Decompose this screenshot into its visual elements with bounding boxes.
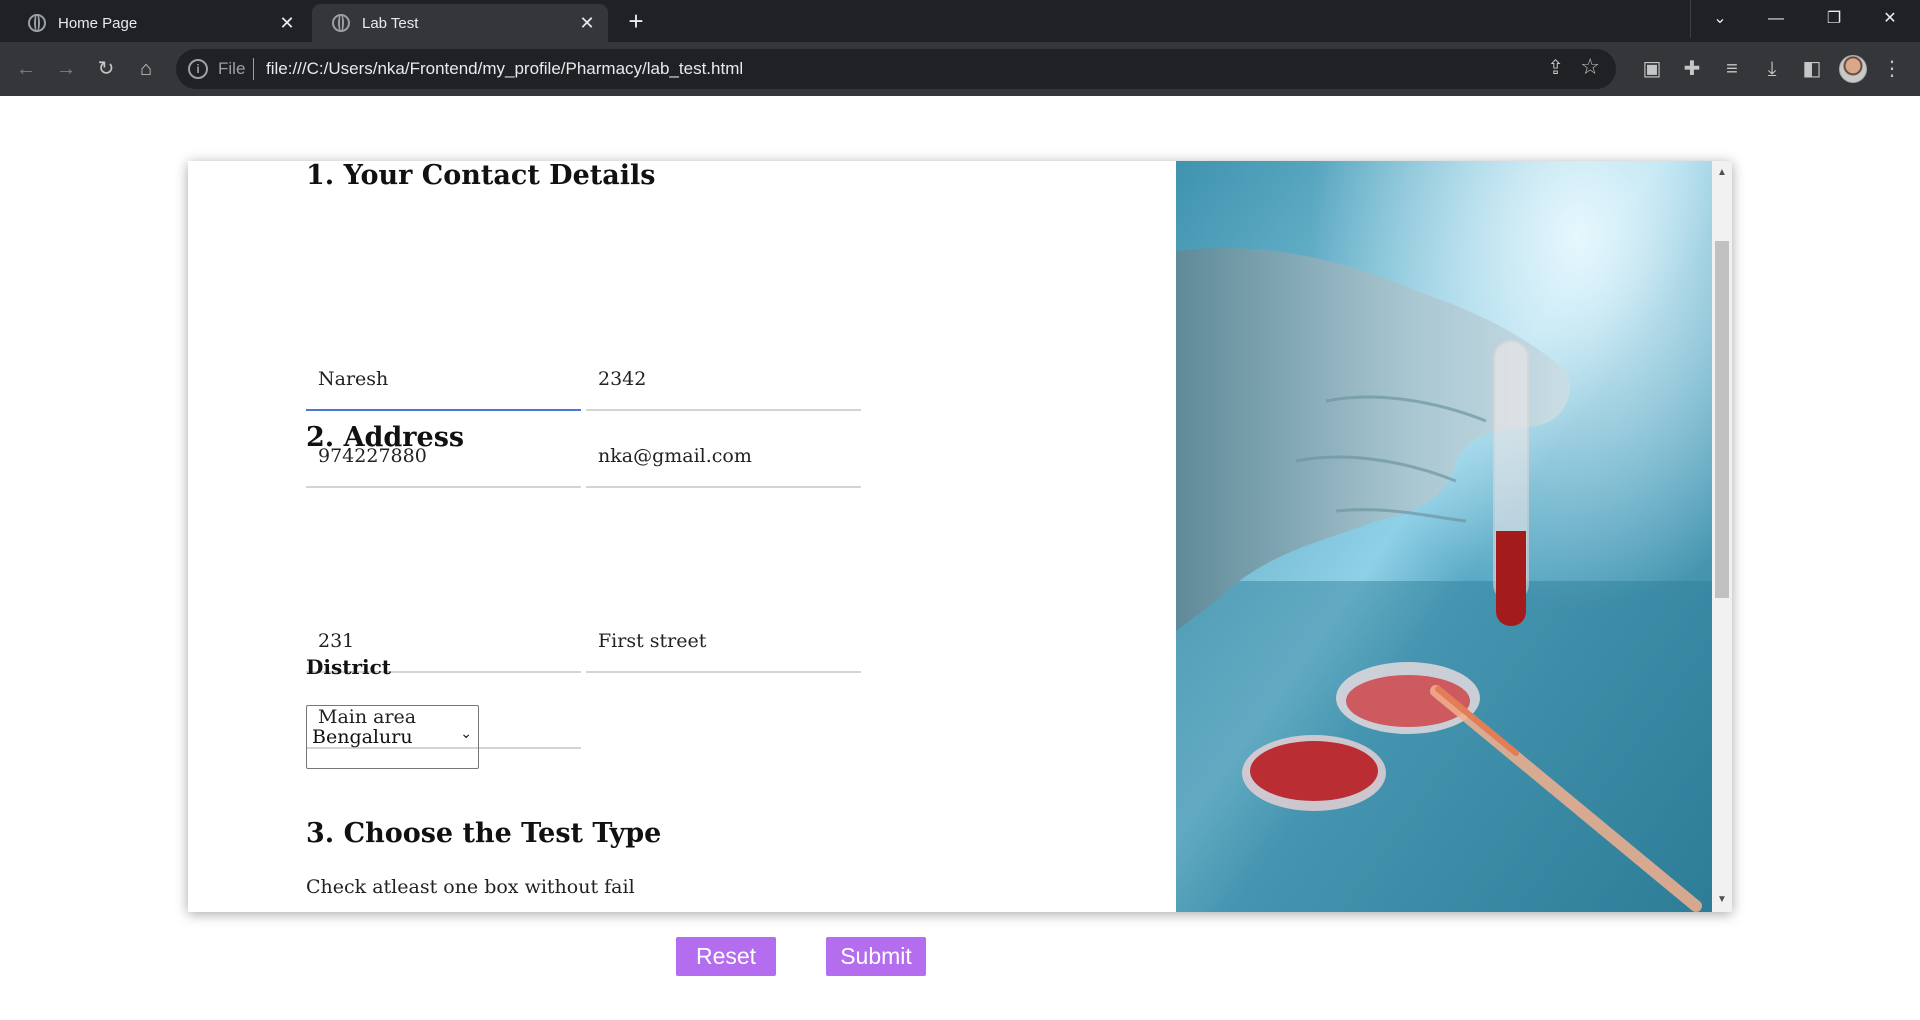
form-scroll-area[interactable]: 1. Your Contact Details 2. Address Distr…	[188, 161, 1175, 912]
tab-search-chevron-icon[interactable]: ⌄	[1692, 0, 1748, 38]
id-number-input[interactable]	[586, 349, 861, 409]
scrollbar-thumb[interactable]	[1715, 241, 1729, 598]
lab-test-tube-photo	[1176, 161, 1712, 912]
street-field[interactable]	[586, 611, 861, 673]
side-panel-icon[interactable]: ◧	[1796, 53, 1828, 85]
id-number-field[interactable]	[586, 349, 861, 411]
close-icon[interactable]: ✕	[274, 13, 300, 34]
screen-capture-icon[interactable]: ▣	[1636, 53, 1668, 85]
first-name-field[interactable]	[306, 349, 581, 411]
district-label: District	[306, 655, 391, 679]
back-arrow-icon[interactable]: ←	[10, 53, 42, 85]
district-select[interactable]: Bengaluru ⌄	[306, 705, 479, 769]
browser-tab-strip: Home Page ✕ Lab Test ✕ + ⌄ — ❐ ✕	[0, 0, 1920, 42]
forward-arrow-icon[interactable]: →	[50, 53, 82, 85]
url-scheme-label: File	[218, 59, 246, 78]
download-icon[interactable]: ⤓	[1756, 53, 1788, 85]
test-type-section-title: 3. Choose the Test Type	[306, 818, 662, 849]
test-type-hint: Check atleast one box without fail	[306, 876, 635, 898]
divider	[253, 58, 254, 80]
reset-button[interactable]: Reset	[676, 937, 776, 976]
vertical-scrollbar[interactable]: ▲ ▼	[1712, 161, 1732, 912]
kebab-menu-icon[interactable]: ⋮	[1876, 53, 1908, 85]
lab-test-form-card: 1. Your Contact Details 2. Address Distr…	[188, 161, 1732, 912]
test-tube-illustration	[1176, 161, 1712, 912]
first-name-input[interactable]	[306, 349, 581, 409]
profile-avatar[interactable]	[1839, 55, 1867, 83]
contact-section-title: 1. Your Contact Details	[306, 161, 656, 191]
address-section-title: 2. Address	[306, 422, 465, 453]
bookmark-star-icon[interactable]: ☆	[1580, 54, 1600, 80]
tab-lab-test[interactable]: Lab Test ✕	[312, 4, 608, 42]
browser-toolbar: ← → ↻ ⌂ i File file:///C:/Users/nka/Fron…	[0, 42, 1920, 96]
minimize-icon[interactable]: —	[1748, 0, 1804, 38]
divider	[1690, 0, 1691, 38]
reload-icon[interactable]: ↻	[90, 53, 122, 85]
new-tab-button[interactable]: +	[620, 8, 652, 36]
home-icon[interactable]: ⌂	[130, 53, 162, 85]
close-icon[interactable]: ✕	[574, 13, 600, 34]
tab-title: Home Page	[58, 14, 138, 32]
tab-home-page[interactable]: Home Page ✕	[8, 4, 308, 42]
email-input[interactable]	[586, 426, 861, 486]
restore-icon[interactable]: ❐	[1806, 0, 1862, 38]
street-input[interactable]	[586, 611, 861, 671]
scroll-up-arrow-icon[interactable]: ▲	[1712, 163, 1732, 183]
window-close-icon[interactable]: ✕	[1862, 0, 1918, 38]
email-field[interactable]	[586, 426, 861, 488]
globe-icon	[28, 14, 46, 32]
scroll-down-arrow-icon[interactable]: ▼	[1712, 890, 1732, 910]
media-queue-icon[interactable]: ≡	[1716, 53, 1748, 85]
address-bar[interactable]: i File file:///C:/Users/nka/Frontend/my_…	[176, 49, 1616, 89]
globe-icon	[332, 14, 350, 32]
info-icon[interactable]: i	[188, 59, 208, 79]
submit-button[interactable]: Submit	[826, 937, 926, 976]
extensions-puzzle-icon[interactable]: ✚	[1676, 53, 1708, 85]
share-icon[interactable]: ⇪	[1547, 55, 1564, 80]
url-text[interactable]: file:///C:/Users/nka/Frontend/my_profile…	[266, 59, 743, 79]
tab-title: Lab Test	[362, 14, 419, 32]
district-dropdown[interactable]: Bengaluru	[307, 706, 478, 768]
